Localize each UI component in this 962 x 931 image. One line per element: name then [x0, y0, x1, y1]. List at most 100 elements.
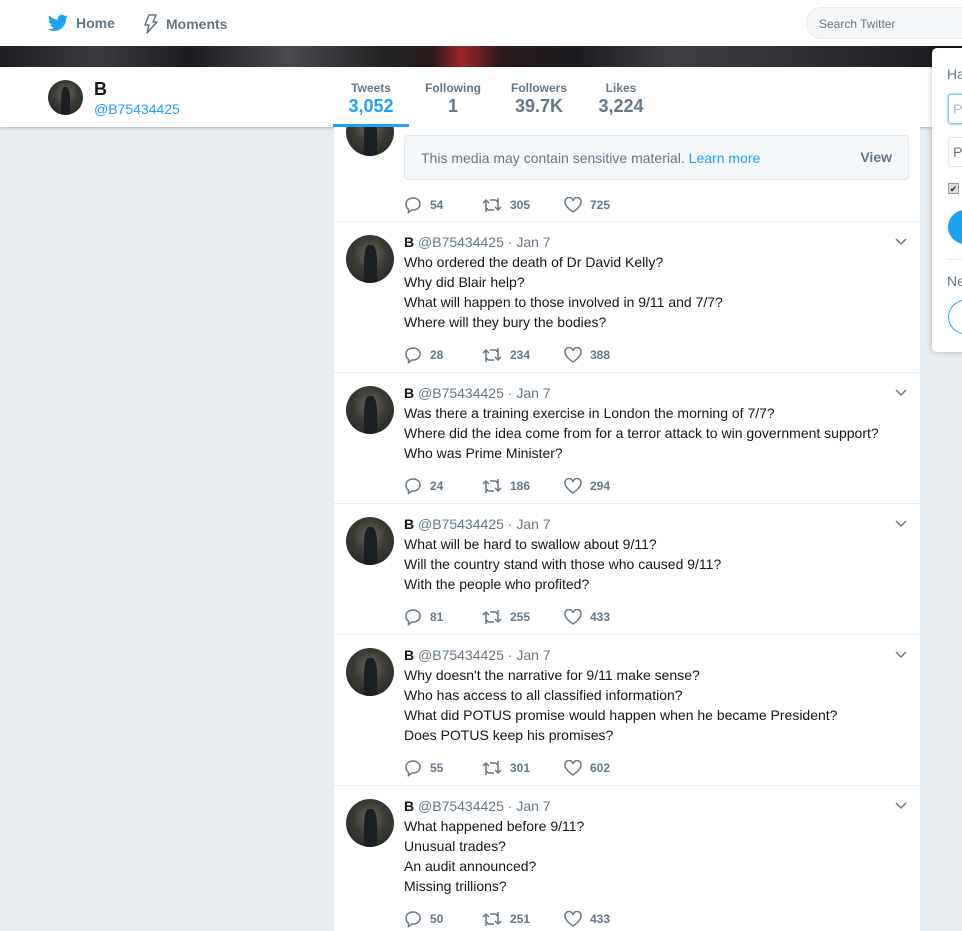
- learn-more-link[interactable]: Learn more: [689, 150, 761, 166]
- tweet-date[interactable]: Jan 7: [516, 647, 550, 663]
- timeline: This media may contain sensitive materia…: [334, 127, 920, 931]
- tweet-actions: 81 255 433: [404, 607, 908, 627]
- login-button[interactable]: [948, 210, 962, 244]
- avatar[interactable]: [48, 80, 83, 115]
- tweet-author-handle[interactable]: @B75434425: [418, 385, 504, 401]
- avatar[interactable]: [346, 235, 394, 283]
- stat-value: 3,052: [348, 96, 394, 116]
- twitter-bird-icon: [48, 14, 68, 31]
- like-button[interactable]: 294: [564, 478, 642, 494]
- profile-banner: [0, 46, 962, 67]
- divider: [947, 259, 962, 260]
- tweet-author-handle[interactable]: @B75434425: [418, 234, 504, 250]
- profile-handle[interactable]: @B75434425: [94, 101, 180, 117]
- chevron-down-icon[interactable]: [894, 647, 908, 661]
- tweet-header: B @B75434425 · Jan 7: [404, 234, 551, 250]
- like-button[interactable]: 388: [564, 347, 642, 363]
- reply-button[interactable]: 24: [404, 477, 482, 495]
- reply-icon: [405, 347, 421, 364]
- tweet[interactable]: This media may contain sensitive materia…: [334, 127, 920, 222]
- stat-following[interactable]: Following 1: [422, 81, 484, 117]
- tweet-author-handle[interactable]: @B75434425: [418, 798, 504, 814]
- tweet-actions: 24 186 294: [404, 476, 908, 496]
- tweet-author-handle[interactable]: @B75434425: [418, 647, 504, 663]
- remember-me-checkbox[interactable]: ✔: [948, 183, 959, 194]
- stat-tweets[interactable]: Tweets 3,052: [348, 81, 394, 117]
- retweet-icon: [482, 761, 502, 775]
- tweet-date[interactable]: Jan 7: [516, 234, 550, 250]
- retweet-icon: [482, 912, 502, 926]
- tweet[interactable]: B @B75434425 · Jan 7 What happened befor…: [334, 786, 920, 931]
- avatar[interactable]: [346, 386, 394, 434]
- reply-icon: [405, 760, 421, 777]
- reply-count: 50: [430, 912, 444, 926]
- stat-likes[interactable]: Likes 3,224: [596, 81, 646, 117]
- password-input[interactable]: Pa: [948, 137, 962, 167]
- reply-icon: [405, 478, 421, 495]
- login-dropdown: Ha Pl Pa ✔ Ne: [932, 48, 962, 352]
- tweet[interactable]: B @B75434425 · Jan 7 Who ordered the dea…: [334, 222, 920, 373]
- tweet-date[interactable]: Jan 7: [516, 516, 550, 532]
- reply-button[interactable]: 50: [404, 910, 482, 928]
- reply-button[interactable]: 54: [404, 196, 482, 214]
- like-button[interactable]: 725: [564, 197, 642, 213]
- tweet-text-line: Was there a training exercise in London …: [404, 405, 775, 421]
- phone-input[interactable]: Pl: [948, 94, 962, 124]
- tweet-text-line: Why doesn't the narrative for 9/11 make …: [404, 667, 700, 683]
- avatar[interactable]: [346, 517, 394, 565]
- tweet[interactable]: B @B75434425 · Jan 7 What will be hard t…: [334, 504, 920, 635]
- retweet-count: 186: [510, 479, 531, 493]
- retweet-button[interactable]: 255: [482, 609, 564, 625]
- tweet-text-line: What happened before 9/11?: [404, 818, 585, 834]
- like-button[interactable]: 433: [564, 609, 642, 625]
- tweet[interactable]: B @B75434425 · Jan 7 Was there a trainin…: [334, 373, 920, 504]
- tweet-text-line: Why did Blair help?: [404, 274, 525, 290]
- heart-icon: [564, 197, 582, 213]
- reply-icon: [405, 609, 421, 626]
- nav-moments[interactable]: Moments: [144, 14, 227, 34]
- tweet-date[interactable]: Jan 7: [516, 385, 550, 401]
- nav-home[interactable]: Home: [48, 14, 115, 32]
- reply-icon: [405, 911, 421, 928]
- tweet-author-name[interactable]: B: [404, 516, 414, 532]
- tweet-author-name[interactable]: B: [404, 647, 414, 663]
- reply-button[interactable]: 28: [404, 346, 482, 364]
- tweet[interactable]: B @B75434425 · Jan 7 Why doesn't the nar…: [334, 635, 920, 786]
- avatar[interactable]: [346, 648, 394, 696]
- like-button[interactable]: 433: [564, 911, 642, 927]
- avatar[interactable]: [346, 799, 394, 847]
- chevron-down-icon[interactable]: [894, 798, 908, 812]
- tweet-actions: 54 305 725: [404, 195, 642, 215]
- search-input[interactable]: Search Twitter: [806, 7, 962, 39]
- reply-count: 28: [430, 348, 444, 362]
- tweet-date[interactable]: Jan 7: [516, 798, 550, 814]
- heart-icon: [564, 478, 582, 494]
- retweet-button[interactable]: 251: [482, 911, 564, 927]
- like-button[interactable]: 602: [564, 760, 642, 776]
- reply-button[interactable]: 81: [404, 608, 482, 626]
- avatar[interactable]: [346, 127, 394, 156]
- chevron-down-icon[interactable]: [894, 516, 908, 530]
- chevron-down-icon[interactable]: [894, 385, 908, 399]
- retweet-button[interactable]: 234: [482, 347, 564, 363]
- tweet-author-name[interactable]: B: [404, 798, 414, 814]
- like-count: 433: [590, 912, 611, 926]
- tweet-header: B @B75434425 · Jan 7: [404, 516, 551, 532]
- retweet-count: 234: [510, 348, 531, 362]
- retweet-button[interactable]: 301: [482, 760, 564, 776]
- tweet-author-name[interactable]: B: [404, 385, 414, 401]
- stat-followers[interactable]: Followers 39.7K: [509, 81, 569, 117]
- retweet-button[interactable]: 186: [482, 478, 564, 494]
- signup-button[interactable]: [948, 300, 962, 334]
- retweet-icon: [482, 198, 502, 212]
- tweet-text-line: Missing trillions?: [404, 878, 507, 894]
- stat-label: Followers: [510, 81, 567, 95]
- tweet-text-line: Will the country stand with those who ca…: [404, 556, 722, 572]
- retweet-button[interactable]: 305: [482, 197, 564, 213]
- view-button[interactable]: View: [860, 149, 892, 165]
- tweet-author-handle[interactable]: @B75434425: [418, 516, 504, 532]
- reply-button[interactable]: 55: [404, 759, 482, 777]
- reply-count: 24: [430, 479, 444, 493]
- tweet-author-name[interactable]: B: [404, 234, 414, 250]
- chevron-down-icon[interactable]: [894, 234, 908, 248]
